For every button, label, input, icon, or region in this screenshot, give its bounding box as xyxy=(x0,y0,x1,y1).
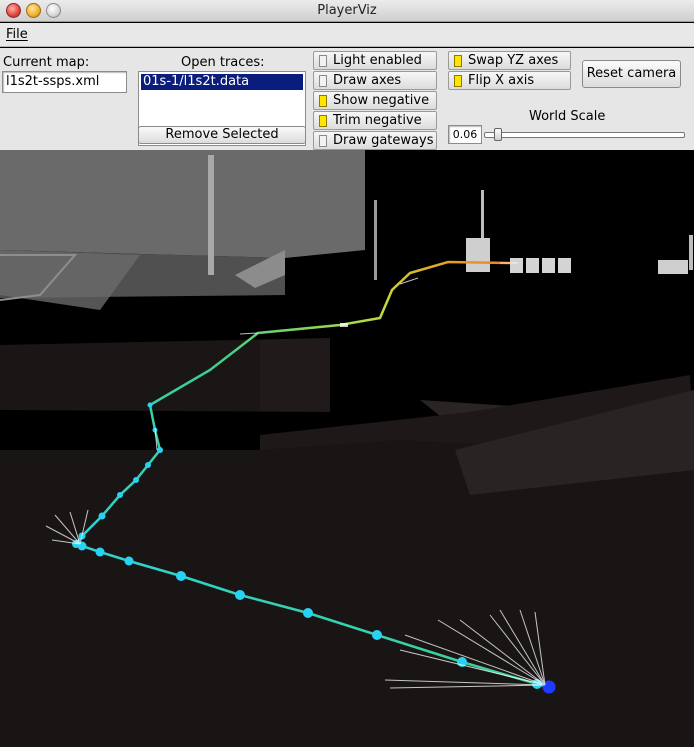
trim-negative-checkbox[interactable]: Trim negative xyxy=(313,111,437,130)
node xyxy=(145,462,151,468)
node xyxy=(98,512,106,520)
world-scale-value[interactable]: 0.06 xyxy=(448,125,482,144)
show-negative-label: Show negative xyxy=(333,93,430,108)
draw-axes-checkbox-box xyxy=(319,75,327,87)
swap-yz-checkbox-box xyxy=(454,55,462,67)
current-map-label: Current map: xyxy=(3,55,90,70)
swap-yz-checkbox[interactable]: Swap YZ axes xyxy=(448,51,571,70)
node xyxy=(117,492,123,498)
show-negative-checkbox-box xyxy=(319,95,327,107)
block-far-5 xyxy=(558,258,571,273)
building-block-left xyxy=(0,150,365,258)
node xyxy=(133,477,139,483)
block-far-6 xyxy=(658,260,688,274)
world-scale-slider[interactable] xyxy=(484,132,685,138)
node xyxy=(95,547,105,557)
node xyxy=(303,608,313,618)
node xyxy=(124,556,134,566)
draw-gateways-label: Draw gateways xyxy=(333,133,434,148)
scene-canvas[interactable] xyxy=(0,150,694,747)
trim-negative-label: Trim negative xyxy=(333,113,422,128)
swap-yz-label: Swap YZ axes xyxy=(468,53,559,68)
control-panel: Current map: l1s2t-ssps.xml Open traces:… xyxy=(0,48,694,150)
pillar-4 xyxy=(689,235,693,270)
flip-x-checkbox-box xyxy=(454,75,462,87)
light-enabled-checkbox[interactable]: Light enabled xyxy=(313,51,437,70)
current-map-field[interactable]: l1s2t-ssps.xml xyxy=(2,71,127,93)
block-far-2 xyxy=(510,258,523,273)
light-enabled-label: Light enabled xyxy=(333,53,422,68)
pillar-2 xyxy=(374,200,377,280)
block-far-4 xyxy=(542,258,555,273)
show-negative-checkbox[interactable]: Show negative xyxy=(313,91,437,110)
small-marker xyxy=(340,323,348,327)
node xyxy=(235,590,245,600)
block-far-1 xyxy=(466,238,490,272)
world-scale-slider-handle[interactable] xyxy=(494,128,502,141)
dark-wall xyxy=(0,290,260,420)
title-bar: PlayerViz xyxy=(0,0,694,22)
window-title: PlayerViz xyxy=(317,3,377,18)
draw-axes-checkbox[interactable]: Draw axes xyxy=(313,71,437,90)
node xyxy=(176,571,186,581)
draw-gateways-checkbox-box xyxy=(319,135,327,147)
world-scale-label: World Scale xyxy=(529,109,606,124)
3d-viewport[interactable] xyxy=(0,150,694,747)
flip-x-checkbox[interactable]: Flip X axis xyxy=(448,71,571,90)
draw-axes-label: Draw axes xyxy=(333,73,402,88)
trim-negative-checkbox-box xyxy=(319,115,327,127)
menu-bar: File xyxy=(0,23,694,47)
open-traces-label: Open traces: xyxy=(181,55,265,70)
block-far-3 xyxy=(526,258,539,273)
menu-file[interactable]: File xyxy=(6,27,28,42)
node xyxy=(372,630,382,640)
node xyxy=(147,402,153,408)
remove-selected-button[interactable]: Remove Selected xyxy=(138,126,306,144)
flip-x-label: Flip X axis xyxy=(468,73,535,88)
draw-gateways-checkbox[interactable]: Draw gateways xyxy=(313,131,437,150)
reset-camera-button[interactable]: Reset camera xyxy=(582,60,681,88)
trace-list-item[interactable]: 01s-1/l1s2t.data xyxy=(141,74,303,90)
light-enabled-checkbox-box xyxy=(319,55,327,67)
node xyxy=(157,447,163,453)
pillar-3 xyxy=(481,190,484,245)
pillar-1 xyxy=(208,155,214,275)
